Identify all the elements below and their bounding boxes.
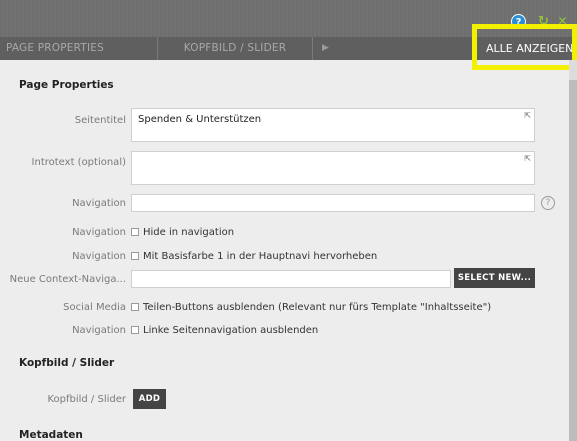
highlight-box bbox=[472, 24, 577, 70]
section-kopfbild-slider: Kopfbild / Slider bbox=[19, 357, 115, 369]
navigation-input[interactable] bbox=[131, 194, 535, 212]
checkbox-icon[interactable] bbox=[131, 252, 139, 260]
section-page-properties: Page Properties bbox=[19, 79, 114, 91]
scrollbar-thumb[interactable] bbox=[569, 80, 577, 441]
navigation-label: Navigation bbox=[72, 198, 126, 209]
help-circle-icon[interactable]: ? bbox=[541, 196, 555, 210]
social-media-label: Social Media bbox=[63, 302, 126, 313]
hide-in-navigation-label: Navigation bbox=[72, 227, 126, 238]
tab-scroll-right-icon[interactable]: ▶ bbox=[313, 37, 481, 60]
linke-navigation-text: Linke Seitennavigation ausblenden bbox=[143, 325, 319, 336]
resize-handle-icon[interactable]: ⇱ bbox=[524, 154, 531, 163]
checkbox-icon[interactable] bbox=[131, 303, 139, 311]
scrollbar[interactable] bbox=[569, 60, 577, 441]
resize-handle-icon[interactable]: ⇱ bbox=[524, 111, 531, 120]
hide-in-navigation-checkbox[interactable]: Hide in navigation bbox=[131, 227, 234, 238]
select-new-button[interactable]: SELECT NEW... bbox=[454, 268, 535, 288]
basisfarbe-text: Mit Basisfarbe 1 in der Hauptnavi hervor… bbox=[143, 251, 378, 262]
seitentitel-label: Seitentitel bbox=[74, 115, 126, 126]
hide-in-navigation-text: Hide in navigation bbox=[143, 227, 235, 238]
seitentitel-input[interactable]: Spenden & Unterstützen ⇱ bbox=[131, 108, 535, 142]
seitentitel-value: Spenden & Unterstützen bbox=[138, 114, 262, 125]
introtext-label: Introtext (optional) bbox=[31, 157, 126, 168]
social-media-checkbox[interactable]: Teilen-Buttons ausblenden (Relevant nur … bbox=[131, 302, 491, 313]
tab-kopfbild-slider[interactable]: KOPFBILD / SLIDER bbox=[158, 37, 313, 60]
checkbox-icon[interactable] bbox=[131, 326, 139, 334]
tab-page-properties[interactable]: PAGE PROPERTIES bbox=[0, 37, 158, 60]
add-button[interactable]: ADD bbox=[133, 389, 166, 409]
context-navigation-label: Neue Context-Naviga... bbox=[9, 274, 126, 285]
checkbox-icon[interactable] bbox=[131, 228, 139, 236]
social-media-text: Teilen-Buttons ausblenden (Relevant nur … bbox=[143, 302, 492, 313]
introtext-input[interactable]: ⇱ bbox=[131, 151, 535, 185]
linke-navigation-checkbox[interactable]: Linke Seitennavigation ausblenden bbox=[131, 325, 318, 336]
kopfbild-slider-label: Kopfbild / Slider bbox=[47, 394, 126, 405]
section-metadaten: Metadaten bbox=[19, 429, 83, 441]
basisfarbe-checkbox[interactable]: Mit Basisfarbe 1 in der Hauptnavi hervor… bbox=[131, 251, 377, 262]
linke-navigation-label: Navigation bbox=[72, 325, 126, 336]
basisfarbe-label: Navigation bbox=[72, 251, 126, 262]
context-navigation-input[interactable] bbox=[131, 270, 451, 288]
